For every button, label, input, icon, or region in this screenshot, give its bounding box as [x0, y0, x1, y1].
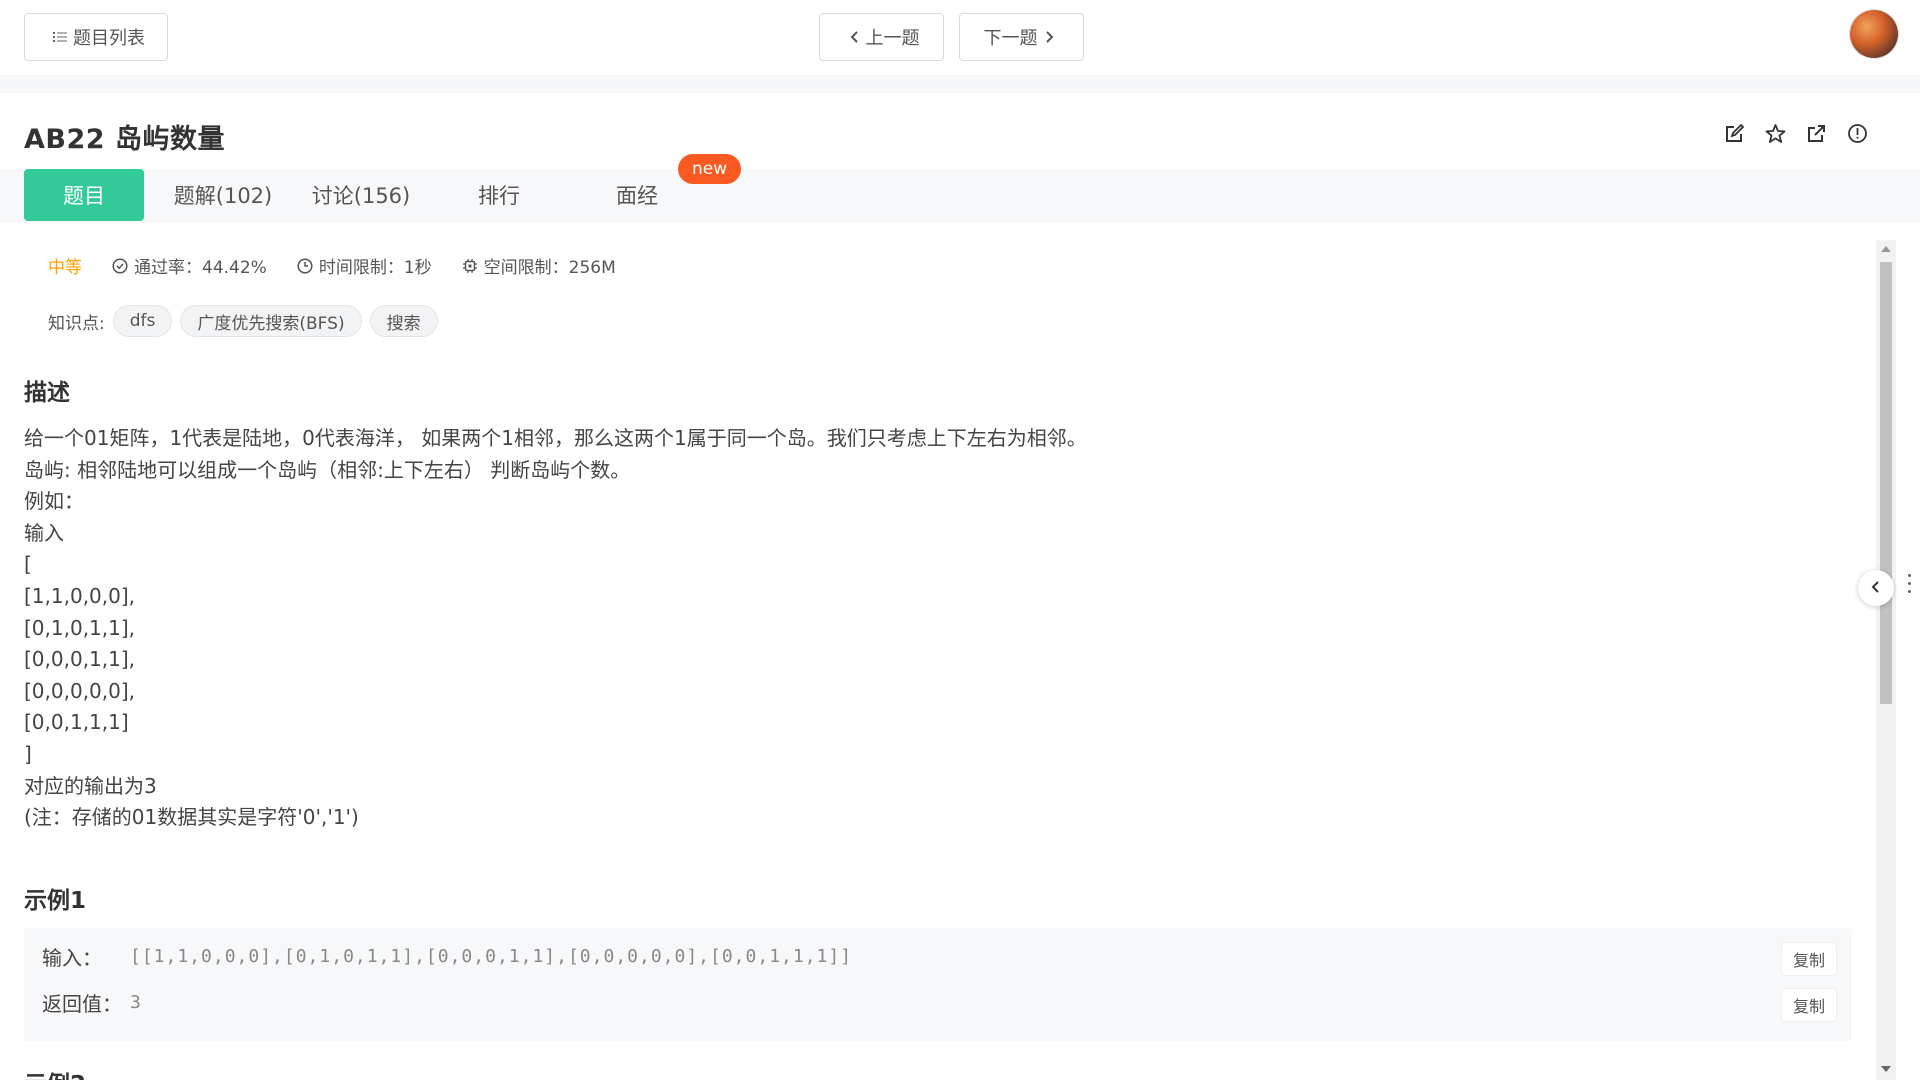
tab-solutions[interactable]: 题解(102)	[164, 169, 282, 221]
description-line: [0,0,0,0,0],	[24, 678, 136, 703]
edit-icon[interactable]	[1724, 123, 1745, 144]
tag-search[interactable]: 搜索	[369, 305, 438, 337]
example1-box: 输入： [[1,1,0,0,0],[0,1,0,1,1],[0,0,0,1,1]…	[24, 928, 1852, 1041]
problem-list-button[interactable]: 题目列表	[24, 13, 168, 61]
chevron-left-icon	[850, 30, 860, 44]
example1-output-row: 返回值： 3	[42, 988, 142, 1017]
share-icon[interactable]	[1806, 123, 1827, 144]
chip-icon	[462, 258, 478, 274]
collapse-panel-button[interactable]	[1858, 570, 1894, 606]
title-tools	[1724, 123, 1868, 144]
description-line: 给一个01矩阵，1代表是陆地，0代表海洋， 如果两个1相邻，那么这两个1属于同一…	[24, 426, 1087, 450]
scroll-down-arrow-icon[interactable]	[1880, 1064, 1892, 1074]
report-icon[interactable]	[1847, 123, 1868, 144]
pass-rate-text: 通过率：44.42%	[134, 258, 267, 278]
space-limit: 空间限制：256M	[462, 253, 616, 278]
example1-output-value: 3	[130, 992, 142, 1013]
copy-output-button[interactable]: 复制	[1782, 989, 1836, 1021]
scroll-up-arrow-icon[interactable]	[1880, 244, 1892, 254]
time-limit-text: 时间限制：1秒	[318, 258, 432, 278]
tag-bfs[interactable]: 广度优先搜索(BFS)	[180, 305, 362, 337]
description-heading: 描述	[24, 380, 70, 406]
description-body: 给一个01矩阵，1代表是陆地，0代表海洋， 如果两个1相邻，那么这两个1属于同一…	[24, 423, 1824, 834]
knowledge-tags: 知识点: dfs 广度优先搜索(BFS) 搜索	[48, 305, 438, 337]
example1-input-row: 输入： [[1,1,0,0,0],[0,1,0,1,1],[0,0,0,1,1]…	[42, 942, 852, 971]
tab-discussion[interactable]: 讨论(156)	[302, 169, 420, 221]
time-limit: 时间限制：1秒	[297, 253, 432, 278]
description-line: 岛屿: 相邻陆地可以组成一个岛屿（相邻:上下左右） 判断岛屿个数。	[24, 457, 631, 482]
description-line: 对应的输出为3	[24, 773, 157, 798]
chevron-right-icon	[1044, 30, 1054, 44]
tab-ranking[interactable]: 排行	[440, 169, 558, 221]
difficulty-label: 中等	[48, 258, 82, 278]
problem-panel: AB22 岛屿数量 题目 题解(102) 讨论(156) 排行 面经 new 中…	[0, 93, 1920, 1080]
description-line: 例如：	[24, 489, 84, 514]
clock-icon	[297, 257, 313, 274]
description-line: (注：存储的01数据其实是字符'0','1')	[24, 805, 359, 830]
problem-title: AB22 岛屿数量	[24, 124, 225, 155]
next-problem-button[interactable]: 下一题	[959, 13, 1084, 61]
tag-dfs[interactable]: dfs	[112, 305, 173, 337]
problem-content: 中等 通过率：44.42% 时间限制：1秒 空间限制：256M 知识点: dfs…	[24, 233, 1854, 1080]
description-line: [1,1,0,0,0],	[24, 583, 136, 608]
example1-output-label: 返回值：	[42, 992, 122, 1016]
example1-input-value: [[1,1,0,0,0],[0,1,0,1,1],[0,0,0,1,1],[0,…	[130, 946, 853, 967]
prev-problem-button[interactable]: 上一题	[819, 13, 944, 61]
tab-interview[interactable]: 面经	[578, 169, 696, 221]
tab-bar: 题目 题解(102) 讨论(156) 排行 面经 new	[0, 154, 1920, 223]
title-row: AB22 岛屿数量	[0, 93, 1920, 169]
list-icon	[53, 31, 67, 43]
description-line: [0,1,0,1,1],	[24, 615, 136, 640]
description-line: [0,0,1,1,1]	[24, 710, 129, 735]
description-line: [	[24, 552, 32, 577]
description-line: 输入	[24, 520, 64, 545]
example1-input-label: 输入：	[42, 946, 102, 970]
meta-row: 中等 通过率：44.42% 时间限制：1秒 空间限制：256M	[48, 253, 646, 278]
user-avatar[interactable]	[1850, 10, 1898, 58]
tab-problem[interactable]: 题目	[24, 169, 144, 221]
problem-list-label: 题目列表	[73, 28, 145, 49]
chevron-left-icon	[1871, 579, 1881, 598]
top-bar: 题目列表 上一题 下一题	[0, 0, 1920, 75]
copy-input-button[interactable]: 复制	[1782, 943, 1836, 975]
check-circle-icon	[112, 257, 128, 274]
knowledge-label: 知识点:	[48, 313, 105, 334]
example2-heading: 示例2	[24, 1065, 86, 1080]
new-badge: new	[678, 154, 742, 184]
example1-heading: 示例1	[24, 888, 87, 914]
next-problem-label: 下一题	[983, 28, 1038, 49]
description-line: ]	[24, 741, 32, 766]
description-line: [0,0,0,1,1],	[24, 647, 136, 672]
prev-problem-label: 上一题	[865, 28, 920, 49]
more-options-icon[interactable]	[1908, 574, 1911, 593]
star-icon[interactable]	[1765, 123, 1786, 144]
space-limit-text: 空间限制：256M	[483, 258, 616, 278]
scrollbar-thumb[interactable]	[1880, 262, 1892, 704]
pass-rate: 通过率：44.42%	[112, 253, 267, 278]
